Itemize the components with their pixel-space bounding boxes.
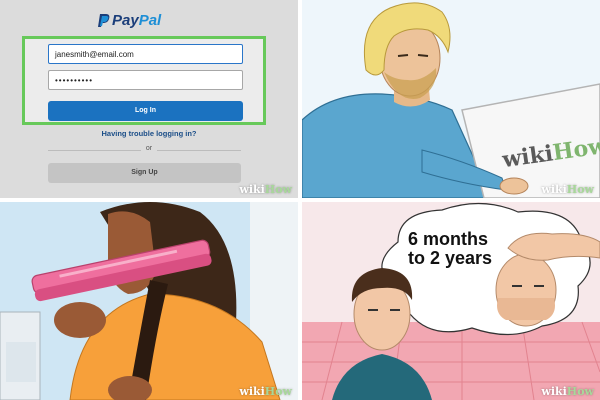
hair-straightener-illustration: wikiHow <box>0 202 298 400</box>
wikihow-watermark: wikiHow <box>541 183 594 196</box>
watermark-how: How <box>566 183 594 196</box>
watermark-how: How <box>566 385 594 398</box>
divider-or: or <box>0 145 298 152</box>
man-at-laptop-illustration: wikiHow wikiHow <box>302 0 600 198</box>
paypal-logo-icon <box>98 14 110 27</box>
bubble-line-2: to 2 years <box>408 248 493 268</box>
watermark-how: How <box>264 183 292 196</box>
paypal-logo: PayPal <box>112 12 161 29</box>
bubble-line-1: 6 months <box>408 229 489 249</box>
email-field[interactable]: janesmith@email.com <box>48 44 243 64</box>
divider-or-text: or <box>140 145 158 152</box>
login-button[interactable]: Log In <box>48 101 243 121</box>
trouble-logging-in-link[interactable]: Having trouble logging in? <box>0 129 298 138</box>
watermark-wiki: wiki <box>239 385 265 398</box>
thought-bubble-text: 6 months to 2 years <box>408 230 538 268</box>
login-form-highlight: janesmith@email.com •••••••••• Log In <box>22 36 266 125</box>
password-field[interactable]: •••••••••• <box>48 70 243 90</box>
wikihow-watermark: wikiHow <box>239 183 292 196</box>
watermark-wiki: wiki <box>541 183 567 196</box>
wikihow-collage: PayPal janesmith@email.com •••••••••• Lo… <box>0 0 600 400</box>
watermark-how: How <box>264 385 292 398</box>
signup-button[interactable]: Sign Up <box>48 163 241 183</box>
paypal-logo-pal: Pal <box>138 12 162 29</box>
watermark-wiki: wiki <box>541 385 567 398</box>
watermark-wiki: wiki <box>239 183 265 196</box>
wikihow-watermark: wikiHow <box>239 385 292 398</box>
paypal-logo-pay: Pay <box>112 12 139 29</box>
hair-loss-illustration: 6 months to 2 years wikiHow <box>302 202 600 400</box>
hair-straightener-drawing <box>0 202 298 400</box>
man-laptop-drawing <box>302 0 600 198</box>
wikihow-watermark: wikiHow <box>541 385 594 398</box>
paypal-login-panel: PayPal janesmith@email.com •••••••••• Lo… <box>0 0 298 198</box>
